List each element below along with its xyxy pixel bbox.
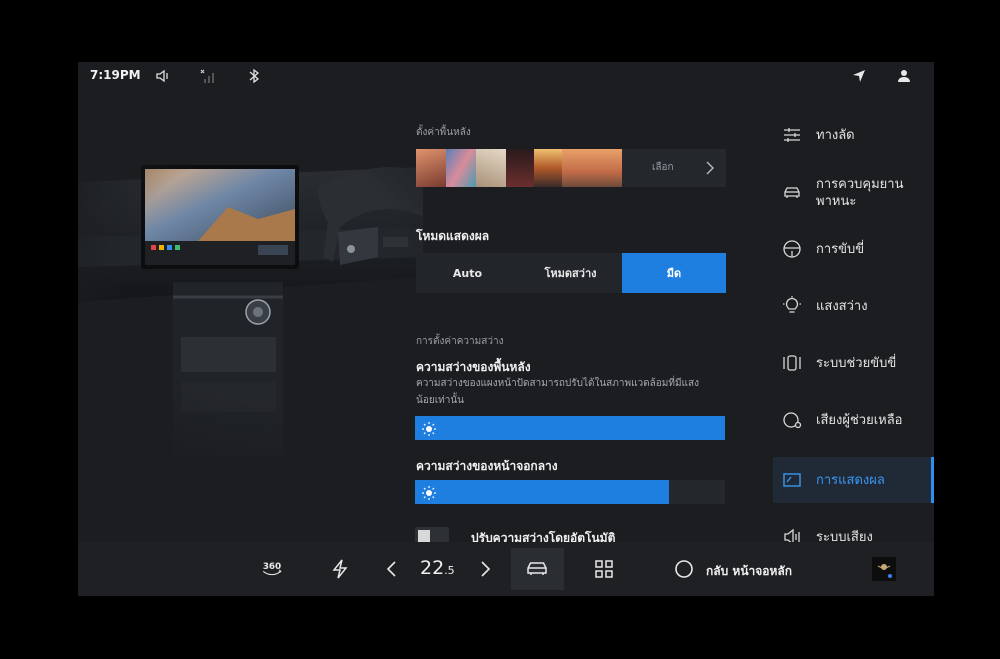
car-icon <box>782 183 802 203</box>
chevron-right-icon[interactable] <box>704 160 716 176</box>
temperature-decimal: .5 <box>444 564 455 577</box>
infotainment-screen: 7:19PM ตั้งค่าพื้นหลัง เลือก โหมดแสดงผล … <box>78 62 934 596</box>
mode-dark-button[interactable]: มืด <box>622 253 726 293</box>
wallpaper-thumbnail[interactable] <box>416 149 446 187</box>
vehicle-settings-button[interactable] <box>511 548 564 590</box>
mode-auto-button[interactable]: Auto <box>416 253 519 293</box>
bluetooth-icon[interactable] <box>245 67 263 85</box>
display-icon <box>782 470 802 490</box>
temp-decrease-button[interactable] <box>380 557 404 581</box>
nav-item-voice-assistant[interactable]: เสียงผู้ช่วยเหลือ <box>773 397 934 443</box>
wallpaper-thumbnail[interactable] <box>446 149 476 187</box>
nav-item-lighting[interactable]: แสงสว่าง <box>773 283 934 329</box>
settings-nav: ทางลัด การควบคุมยานพาหนะ การขับขี่ แสงสว… <box>773 102 934 552</box>
assist-icon <box>782 353 802 373</box>
background-brightness-description: ความสว่างของแผงหน้าปัดสามารถปรับได้ในสภา… <box>416 378 699 406</box>
nav-label: แสงสว่าง <box>816 299 868 314</box>
toggle-knob <box>418 530 430 542</box>
speaker-icon[interactable] <box>154 67 172 85</box>
brightness-section-label: การตั้งค่าความสว่าง <box>416 336 504 347</box>
wallpaper-thumbnail[interactable] <box>476 149 506 187</box>
display-mode-heading: โหมดแสดงผล <box>416 229 490 243</box>
user-icon[interactable] <box>895 67 913 85</box>
nav-label: การควบคุมยานพาหนะ <box>816 177 904 209</box>
clock: 7:19PM <box>90 68 141 82</box>
sun-icon <box>422 421 436 436</box>
bottom-dock: 360 22.5 กลับ หน้าจอหลัก <box>78 542 934 596</box>
temp-increase-button[interactable] <box>473 557 497 581</box>
lightning-icon[interactable] <box>328 557 352 581</box>
wallpaper-thumbnail[interactable] <box>534 149 562 187</box>
voice-assistant-icon <box>782 410 802 430</box>
nav-label: เสียงผู้ช่วยเหลือ <box>816 413 903 428</box>
nav-label: ทางลัด <box>816 128 855 143</box>
active-indicator <box>931 457 934 503</box>
view-360-label: 360 <box>263 562 281 572</box>
nav-item-display[interactable]: การแสดงผล <box>773 457 934 503</box>
slider-fill <box>415 416 725 440</box>
nav-item-driver-assist[interactable]: ระบบช่วยขับขี่ <box>773 340 934 386</box>
center-screen-brightness-slider[interactable] <box>415 480 725 504</box>
center-screen-brightness-heading: ความสว่างของหน้าจอกลาง <box>416 459 558 473</box>
signal-icon <box>199 67 217 85</box>
background-brightness-slider[interactable] <box>415 416 725 440</box>
sliders-icon <box>782 125 802 145</box>
sun-icon <box>422 485 436 500</box>
nav-label: การแสดงผล <box>816 473 885 488</box>
bulb-icon <box>782 296 802 316</box>
wallpaper-picker[interactable]: เลือก <box>416 149 726 187</box>
location-icon[interactable] <box>850 67 868 85</box>
wallpaper-section-label: ตั้งค่าพื้นหลัง <box>416 127 471 138</box>
nav-label: การขับขี่ <box>816 242 865 257</box>
view-360-button[interactable]: 360 <box>260 557 290 581</box>
display-mode-segmented-control: Auto โหมดสว่าง มืด <box>416 253 726 293</box>
temperature-whole: 22 <box>420 557 445 579</box>
temperature-display: 22.5 <box>420 557 455 579</box>
nav-item-driving[interactable]: การขับขี่ <box>773 226 934 272</box>
display-settings-panel: ตั้งค่าพื้นหลัง เลือก โหมดแสดงผล Auto โห… <box>415 62 735 545</box>
home-circle-icon[interactable] <box>672 557 696 581</box>
car-icon <box>525 557 549 581</box>
wallpaper-choose-label[interactable]: เลือก <box>652 160 674 175</box>
mode-light-button[interactable]: โหมดสว่าง <box>519 253 622 293</box>
steering-wheel-icon <box>782 239 802 259</box>
wallpaper-thumbnail[interactable] <box>506 149 534 187</box>
back-to-home-label[interactable]: กลับ หน้าจอหลัก <box>706 562 792 581</box>
slider-fill <box>415 480 670 504</box>
wallpaper-thumbnail[interactable] <box>562 149 622 187</box>
car-interior-illustration <box>78 157 423 457</box>
nav-item-shortcuts[interactable]: ทางลัด <box>773 112 934 158</box>
nav-label: ระบบช่วยขับขี่ <box>816 356 897 371</box>
avatar[interactable] <box>872 557 896 581</box>
nav-item-vehicle-control[interactable]: การควบคุมยานพาหนะ <box>773 170 934 216</box>
apps-grid-icon[interactable] <box>592 557 616 581</box>
